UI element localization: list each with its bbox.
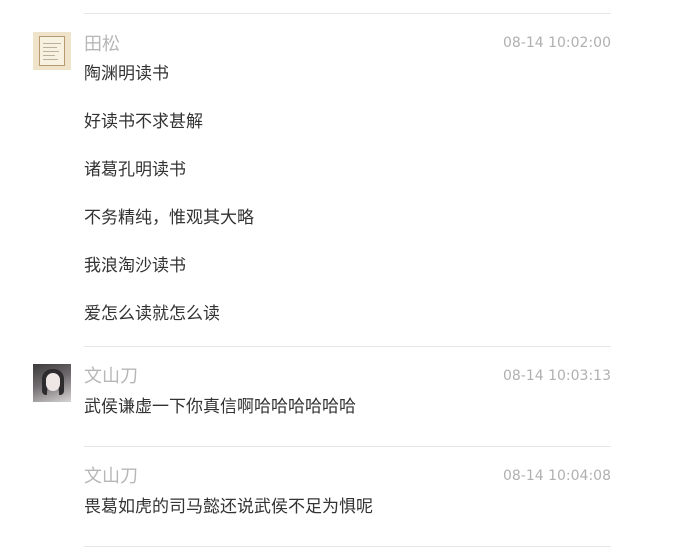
username[interactable]: 田松 bbox=[84, 35, 120, 55]
divider-top bbox=[84, 13, 611, 14]
comment-text-line: 我浪淘沙读书 bbox=[84, 256, 186, 276]
comment-text-line: 陶渊明读书 bbox=[84, 64, 169, 84]
comment-text-line: 好读书不求甚解 bbox=[84, 112, 203, 132]
username[interactable]: 文山刀 bbox=[84, 367, 138, 387]
timestamp: 08-14 10:02:00 bbox=[502, 35, 611, 51]
comment-text-line: 畏葛如虎的司马懿还说武侯不足为惧呢 bbox=[84, 497, 373, 517]
comment-text-line: 不务精纯，惟观其大略 bbox=[84, 208, 254, 228]
timestamp: 08-14 10:03:13 bbox=[502, 368, 611, 384]
divider bbox=[84, 446, 611, 447]
divider-bottom bbox=[84, 546, 611, 547]
divider bbox=[84, 346, 611, 347]
timestamp: 08-14 10:04:08 bbox=[502, 468, 611, 484]
comment-text-line: 诸葛孔明读书 bbox=[84, 160, 186, 180]
avatar[interactable] bbox=[33, 364, 71, 402]
avatar[interactable] bbox=[33, 32, 71, 70]
girl-avatar-face bbox=[46, 373, 60, 391]
username[interactable]: 文山刀 bbox=[84, 467, 138, 487]
comment-text-line: 爱怎么读就怎么读 bbox=[84, 304, 220, 324]
comment-text-line: 武侯谦虚一下你真信啊哈哈哈哈哈哈 bbox=[84, 397, 356, 417]
